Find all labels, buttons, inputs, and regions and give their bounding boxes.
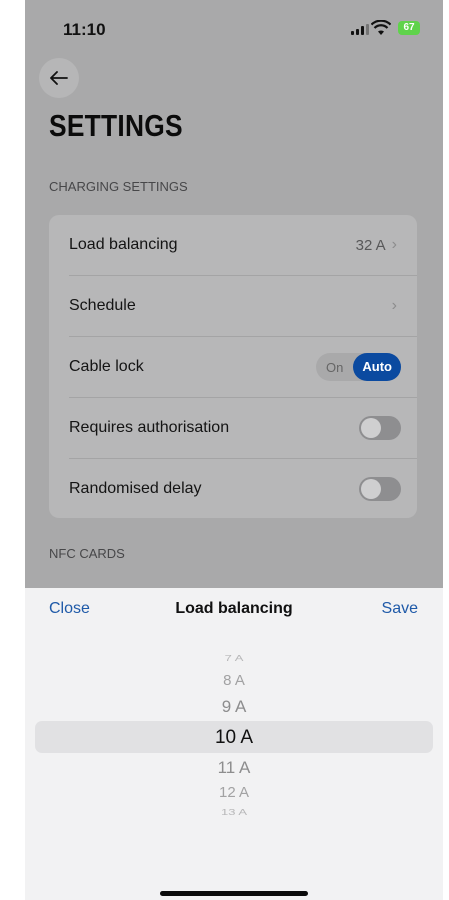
battery-icon: 67 xyxy=(398,21,420,35)
picker-option[interactable]: 8 A xyxy=(25,672,443,689)
toggle-knob xyxy=(361,479,381,499)
load-balancing-picker[interactable]: 7 A 8 A 9 A 10 A 11 A 12 A 13 A xyxy=(25,588,443,900)
back-button[interactable] xyxy=(39,58,79,98)
requires-authorisation-toggle[interactable] xyxy=(359,416,401,440)
phone-screen: 11:10 67 SETTINGS CHARGING SETTINGS Load… xyxy=(25,0,443,900)
cable-lock-row: Cable lock On Auto xyxy=(69,337,417,398)
picker-option[interactable]: 7 A xyxy=(25,654,443,663)
row-label: Randomised delay xyxy=(69,480,202,497)
chevron-right-icon: › xyxy=(391,297,397,314)
picker-sheet: Close Load balancing Save 7 A 8 A 9 A 10… xyxy=(25,588,443,900)
chevron-right-icon: › xyxy=(391,236,397,253)
home-indicator[interactable] xyxy=(160,891,308,896)
charging-settings-card: Load balancing 32 A › Schedule › Cable l… xyxy=(49,215,417,518)
picker-option[interactable]: 12 A xyxy=(25,784,443,801)
load-balancing-row[interactable]: Load balancing 32 A › xyxy=(69,215,417,276)
picker-option[interactable]: 9 A xyxy=(25,697,443,717)
signal-icon xyxy=(351,24,369,35)
picker-option-selected[interactable]: 10 A xyxy=(25,727,443,749)
requires-authorisation-row: Requires authorisation xyxy=(69,398,417,459)
cable-lock-segmented-control[interactable]: On Auto xyxy=(316,353,401,381)
toggle-knob xyxy=(361,418,381,438)
wifi-icon xyxy=(371,20,391,35)
arrow-left-icon xyxy=(50,71,68,85)
picker-option[interactable]: 11 A xyxy=(25,758,443,778)
row-label: Cable lock xyxy=(69,358,144,375)
status-bar: 11:10 67 xyxy=(25,0,443,60)
load-balancing-value: 32 A xyxy=(355,236,386,254)
randomised-delay-row: Randomised delay xyxy=(69,459,417,519)
row-label: Load balancing xyxy=(69,236,178,253)
status-time: 11:10 xyxy=(63,20,106,39)
cable-lock-option-on[interactable]: On xyxy=(316,360,353,375)
background-overlay[interactable]: 11:10 67 SETTINGS CHARGING SETTINGS Load… xyxy=(25,0,443,588)
randomised-delay-toggle[interactable] xyxy=(359,477,401,501)
row-label: Schedule xyxy=(69,297,136,314)
row-label: Requires authorisation xyxy=(69,419,230,436)
page-title: SETTINGS xyxy=(49,108,183,143)
charging-section-label: CHARGING SETTINGS xyxy=(49,179,188,194)
picker-option[interactable]: 13 A xyxy=(25,808,443,817)
schedule-row[interactable]: Schedule › xyxy=(69,276,417,337)
nfc-section-label: NFC CARDS xyxy=(49,546,125,561)
cable-lock-option-auto[interactable]: Auto xyxy=(353,353,401,381)
